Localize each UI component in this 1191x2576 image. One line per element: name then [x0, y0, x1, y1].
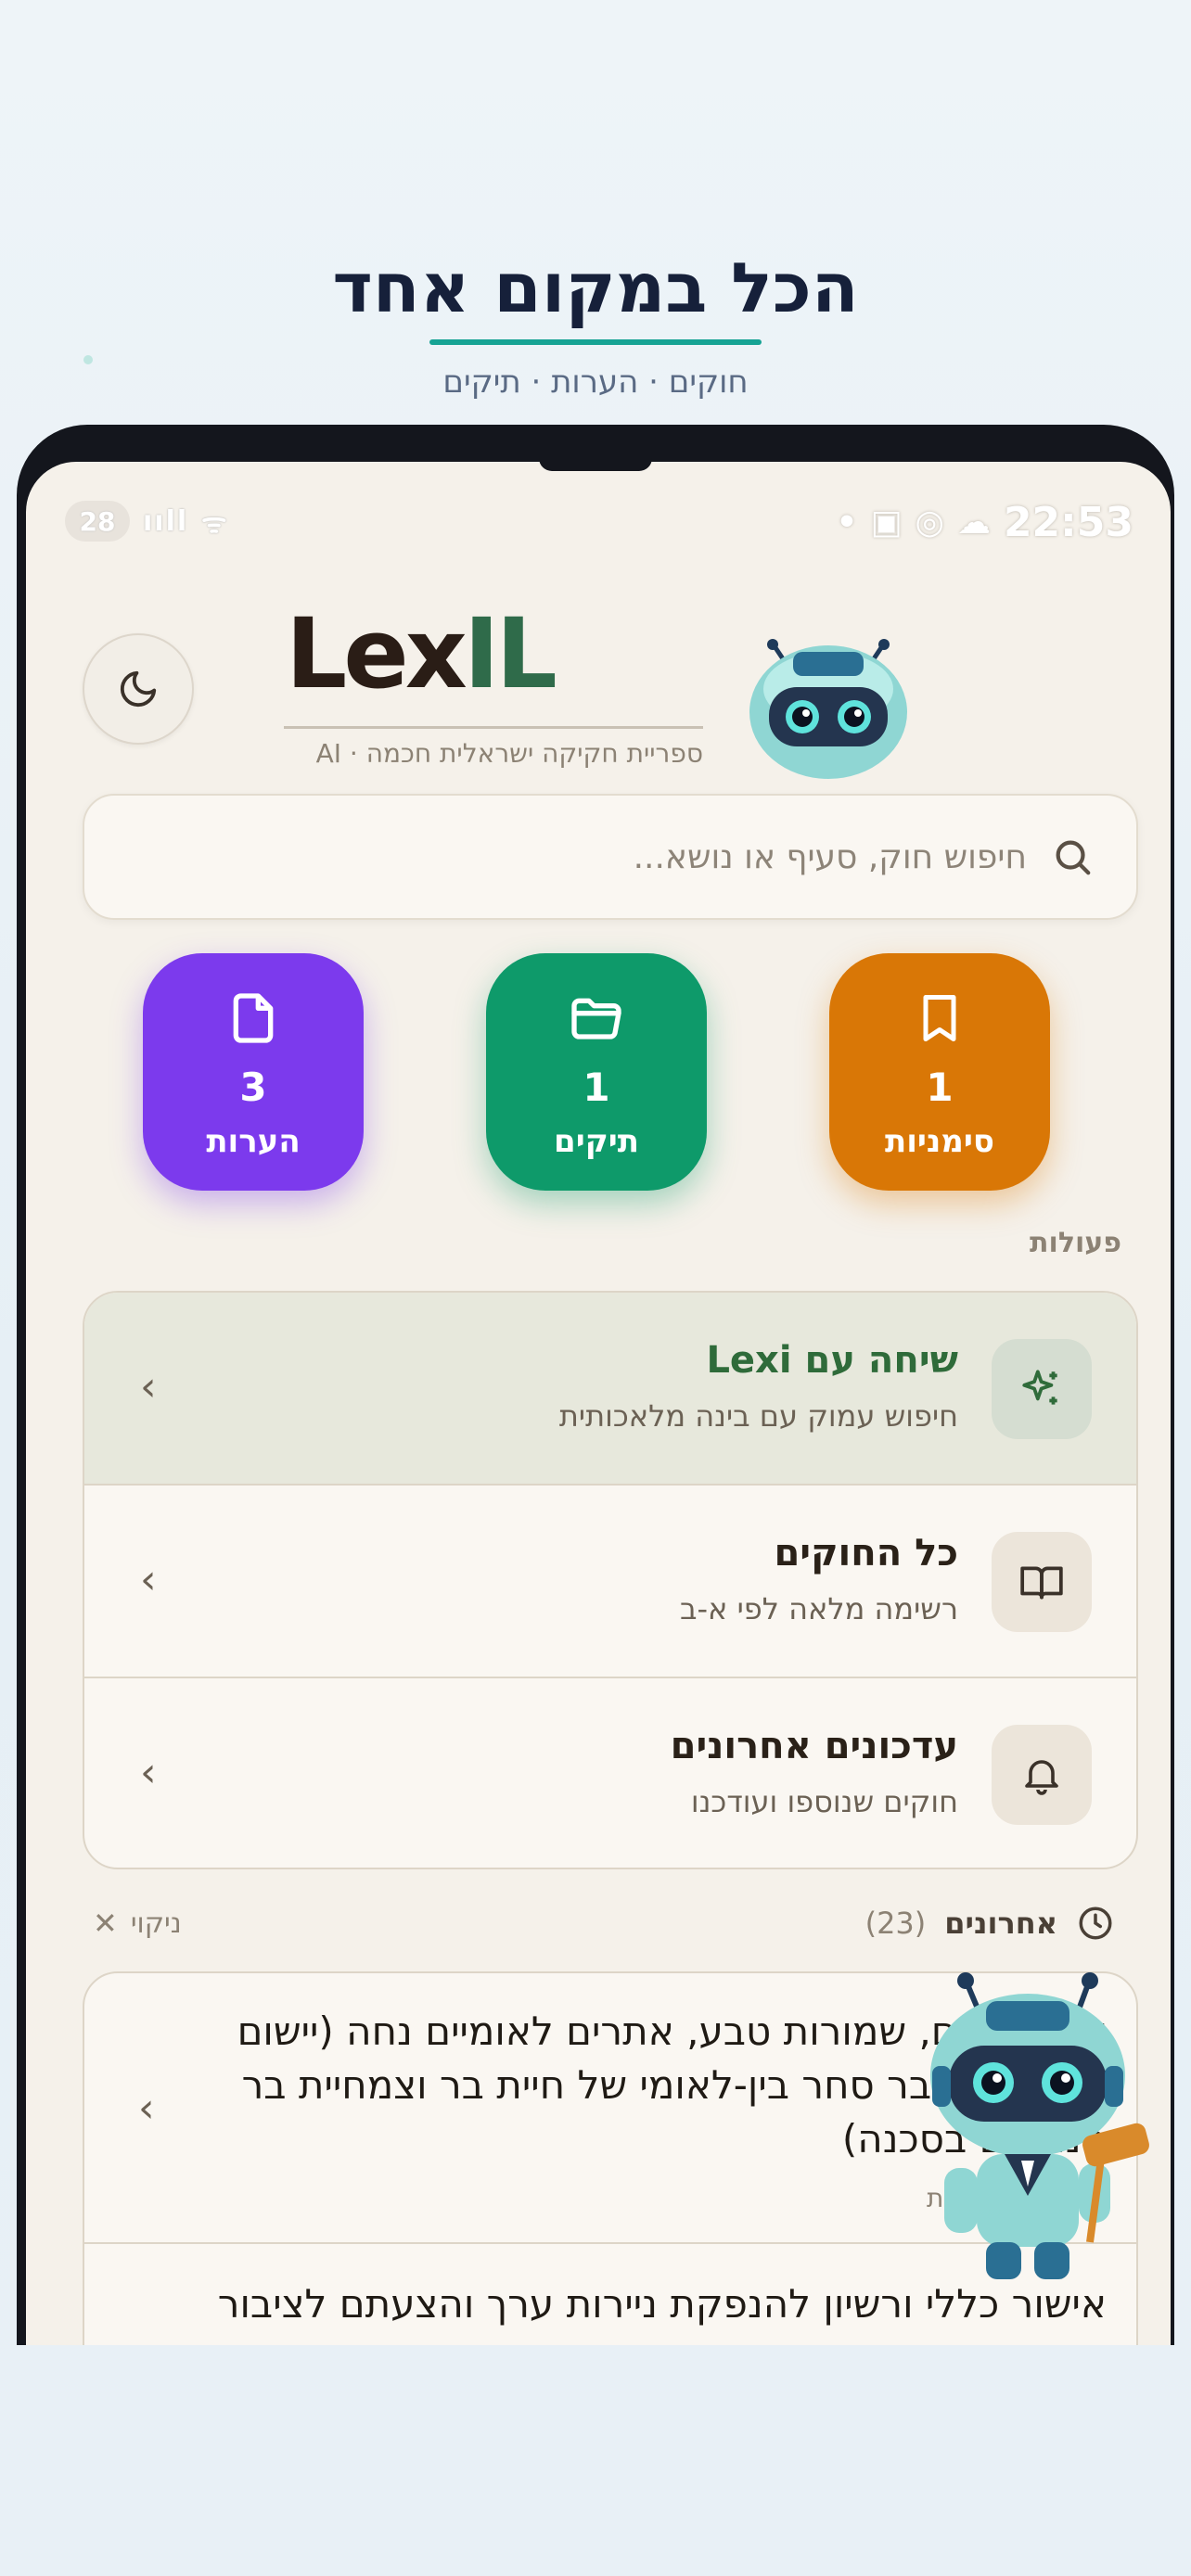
search-input[interactable]	[190, 828, 1029, 886]
signal-icon: ııll	[143, 504, 189, 538]
hero-underline	[429, 339, 762, 345]
chevron-left-icon: ‹	[140, 1749, 157, 1796]
dot-icon: •	[836, 504, 858, 542]
folders-count: 1	[583, 1065, 610, 1110]
bookmarks-count: 1	[926, 1065, 954, 1110]
action-subtitle: רשימה מלאה לפי א-ב	[679, 1591, 958, 1626]
dark-mode-toggle[interactable]	[83, 633, 194, 745]
bookmark-icon	[912, 988, 967, 1048]
robot-mascot-icon	[749, 639, 907, 779]
logo-text: Lex	[286, 597, 467, 710]
file-icon	[224, 988, 283, 1048]
battery-indicator: 28	[65, 501, 130, 542]
action-title: שיחה עם Lexi	[706, 1339, 958, 1382]
robot-judge-mascot-icon	[930, 1972, 1149, 2279]
search-bar[interactable]	[83, 794, 1138, 920]
action-subtitle: חיפוש עמוק עם בינה מלאכותית	[558, 1398, 958, 1434]
chevron-left-icon: ‹	[140, 1363, 157, 1410]
app-logo: LexIL	[286, 606, 557, 702]
status-clock: 22:53	[1003, 499, 1133, 546]
status-bar-left: 28 ııll ᯤ	[65, 501, 229, 542]
folders-tile[interactable]: 1 תיקים	[486, 953, 707, 1191]
bookmarks-label: סימניות	[884, 1123, 995, 1160]
recent-header: אחרונים (23)	[865, 1904, 1115, 1943]
notes-tile[interactable]: 3 הערות	[143, 953, 364, 1191]
action-subtitle: חוקים שנוספו ועודכנו	[690, 1784, 958, 1819]
bottom-background	[0, 2345, 1191, 2576]
logo-gavel-mark: IL	[463, 597, 557, 710]
app-tagline: ספריית חקיקה ישראלית חכמה · AI	[315, 738, 703, 769]
action-chat-lexi[interactable]: שיחה עם Lexi חיפוש עמוק עם בינה מלאכותית…	[84, 1293, 1136, 1486]
phone-notch	[539, 454, 652, 471]
wifi-icon: ᯤ	[201, 506, 229, 540]
chevron-left-icon: ‹	[138, 2085, 155, 2132]
hero-subtitle: חוקים · הערות · תיקים	[442, 363, 749, 401]
actions-section-label: פעולות	[1030, 1227, 1121, 1259]
calendar-icon: ▣	[870, 504, 903, 542]
logo-divider	[284, 726, 703, 729]
bookmarks-tile[interactable]: 1 סימניות	[829, 953, 1050, 1191]
action-title: עדכונים אחרונים	[670, 1725, 958, 1767]
book-open-icon	[992, 1532, 1092, 1632]
actions-list: שיחה עם Lexi חיפוש עמוק עם בינה מלאכותית…	[83, 1291, 1138, 1869]
recent-count: (23)	[864, 1906, 927, 1941]
action-all-laws[interactable]: כל החוקים רשימה מלאה לפי א-ב ‹	[84, 1486, 1136, 1678]
search-icon	[1051, 835, 1094, 878]
recent-title: אחרונים	[944, 1906, 1057, 1941]
folders-label: תיקים	[554, 1123, 639, 1160]
close-icon: ✕	[93, 1906, 118, 1941]
notes-count: 3	[239, 1065, 267, 1110]
phone-screen: 28 ııll ᯤ • ▣ ◎ ☁ 22:53 LexIL ספריית חקי…	[26, 462, 1171, 2345]
chevron-left-icon: ‹	[140, 1556, 157, 1603]
notes-label: הערות	[206, 1123, 301, 1160]
clock-icon	[1079, 1906, 1112, 1940]
clear-recent-button[interactable]: ניקוי ✕	[93, 1906, 182, 1941]
moon-icon	[120, 670, 157, 708]
whatsapp-icon: ◎	[915, 504, 944, 542]
action-recent-updates[interactable]: עדכונים אחרונים חוקים שנוספו ועודכנו ‹	[84, 1678, 1136, 1868]
clear-label: ניקוי	[130, 1906, 182, 1940]
cloud-icon: ☁	[956, 504, 991, 542]
status-bar-right: • ▣ ◎ ☁ 22:53	[836, 499, 1133, 546]
sparkles-icon	[992, 1339, 1092, 1439]
chevron-left-icon: ‹	[138, 2337, 155, 2345]
folder-icon	[565, 988, 628, 1048]
hero-title: הכל במקום אחד	[332, 249, 859, 328]
action-title: כל החוקים	[774, 1532, 958, 1575]
bell-icon	[992, 1725, 1092, 1825]
